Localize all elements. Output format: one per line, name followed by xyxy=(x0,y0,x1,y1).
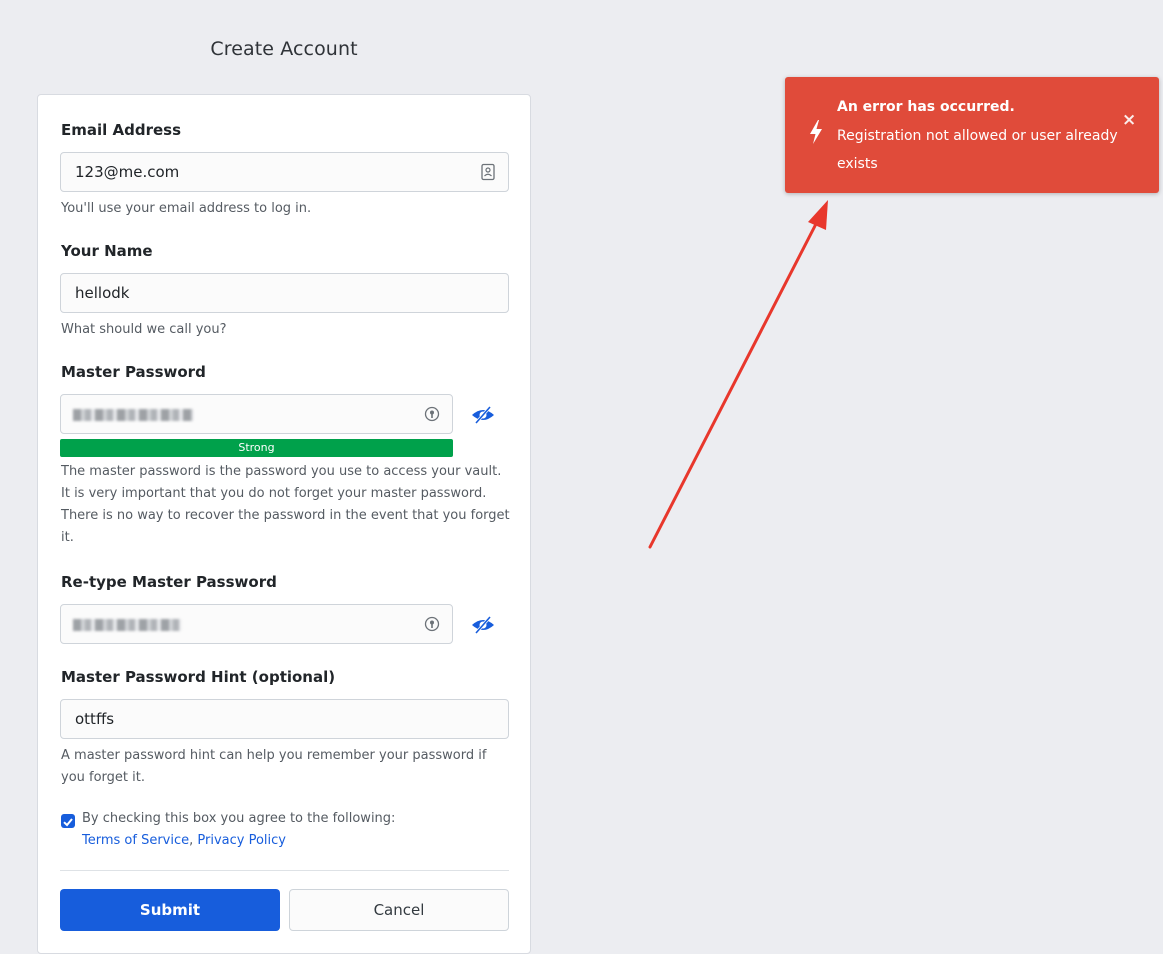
terms-of-service-link[interactable]: Terms of Service xyxy=(82,833,189,848)
toast-title: An error has occurred. xyxy=(837,99,1015,115)
password-strength-fill: Strong xyxy=(60,439,453,457)
cancel-button[interactable]: Cancel xyxy=(289,889,509,931)
hint-help: A master password hint can help you reme… xyxy=(61,748,487,785)
password-generator-icon[interactable] xyxy=(424,405,440,423)
hint-input-value: ottffs xyxy=(75,710,115,728)
name-label: Your Name xyxy=(61,242,153,260)
toggle-password-visibility-icon[interactable] xyxy=(470,404,496,426)
retype-password-label: Re-type Master Password xyxy=(61,573,277,591)
agreement-text: By checking this box you agree to the fo… xyxy=(82,808,395,852)
error-toast: An error has occurred. Registration not … xyxy=(785,77,1159,193)
page-title: Create Account xyxy=(210,38,358,60)
privacy-policy-link[interactable]: Privacy Policy xyxy=(197,833,286,848)
form-divider xyxy=(60,870,509,871)
password-strength-meter: Strong xyxy=(60,439,453,457)
hint-input[interactable]: ottffs xyxy=(60,699,509,739)
email-label: Email Address xyxy=(61,121,182,139)
retype-password-input[interactable] xyxy=(60,604,453,644)
masked-password xyxy=(73,619,181,631)
register-form-card: Email Address 123@me.com You'll use your… xyxy=(37,94,531,954)
toggle-retype-visibility-icon[interactable] xyxy=(470,614,496,636)
bolt-icon xyxy=(810,120,822,144)
submit-button[interactable]: Submit xyxy=(60,889,280,931)
hint-label: Master Password Hint (optional) xyxy=(61,668,336,686)
password-generator-icon[interactable] xyxy=(424,615,440,633)
checkmark-icon xyxy=(63,818,73,827)
close-icon[interactable]: × xyxy=(1122,110,1136,130)
name-input-value: hellodk xyxy=(75,284,130,302)
email-input[interactable]: 123@me.com xyxy=(60,152,509,192)
agreement-statement: By checking this box you agree to the fo… xyxy=(82,811,396,826)
toast-message: Registration not allowed or user already… xyxy=(837,128,1118,172)
masked-password xyxy=(73,409,193,421)
master-password-help: The master password is the password you … xyxy=(61,464,510,545)
email-help: You'll use your email address to log in. xyxy=(61,201,312,216)
annotation-arrow xyxy=(648,200,828,549)
email-input-value: 123@me.com xyxy=(75,163,180,181)
name-input[interactable]: hellodk xyxy=(60,273,509,313)
agree-checkbox[interactable] xyxy=(61,814,75,828)
contact-card-icon[interactable] xyxy=(480,163,496,181)
master-password-input[interactable] xyxy=(60,394,453,434)
master-password-label: Master Password xyxy=(61,363,206,381)
name-help: What should we call you? xyxy=(61,322,227,337)
